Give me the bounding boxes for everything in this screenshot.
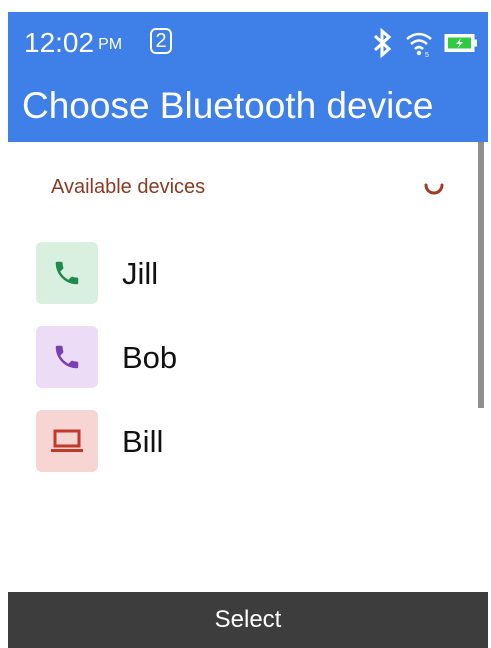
app-header: 12:02 PM 2 5 Choose Bluetooth device (8, 12, 488, 142)
bluetooth-icon (372, 28, 394, 58)
notification-count-badge: 2 (150, 28, 172, 54)
select-softkey[interactable]: Select (215, 606, 282, 633)
status-icons: 5 (372, 26, 478, 60)
softkey-bar: Select (8, 592, 488, 648)
svg-text:5: 5 (425, 52, 429, 58)
clock-time: 12:02 (24, 27, 95, 58)
device-item-jill[interactable]: Jill (36, 242, 436, 306)
scrollbar[interactable] (478, 142, 484, 408)
device-item-bob[interactable]: Bob (36, 326, 436, 390)
status-bar: 12:02 PM 2 5 (8, 12, 488, 74)
device-name: Jill (122, 256, 159, 291)
section-header-available-devices: Available devices (51, 176, 206, 198)
phone-icon (36, 326, 98, 388)
loading-spinner-icon (422, 176, 446, 200)
page-title: Choose Bluetooth device (22, 85, 434, 126)
laptop-icon (36, 410, 98, 472)
device-list-panel: Available devices Jill Bob Bill (8, 142, 488, 592)
clock: 12:02 PM (24, 26, 122, 62)
battery-charging-icon (444, 33, 478, 53)
device-name: Bob (122, 340, 178, 375)
device-name: Bill (122, 424, 164, 459)
clock-ampm: PM (98, 36, 123, 53)
wifi-icon: 5 (404, 28, 434, 58)
phone-icon (36, 242, 98, 304)
device-item-bill[interactable]: Bill (36, 410, 436, 474)
